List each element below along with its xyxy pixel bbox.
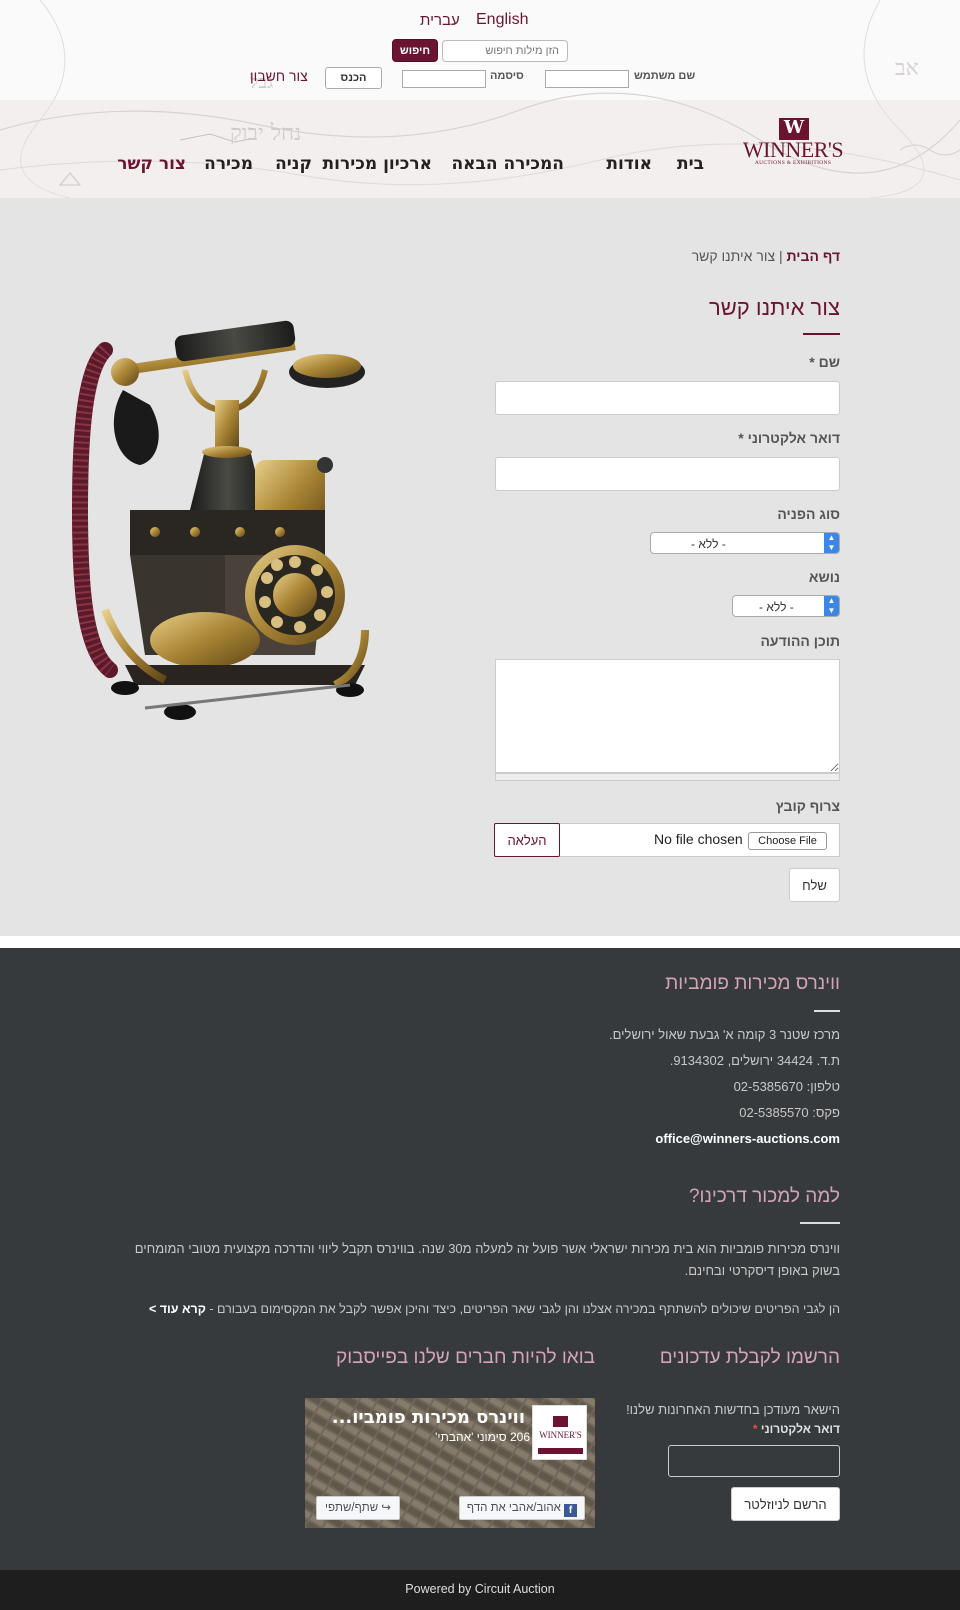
logo-letter: W xyxy=(783,117,805,138)
send-button[interactable]: שלח xyxy=(789,868,840,902)
newsletter-text: הישאר מעודכן בחדשות האחרונות שלנו! xyxy=(626,1402,840,1417)
inquiry-type-select[interactable]: - ללא - ▲ ▼ xyxy=(650,532,840,554)
svg-text:WINNER'S: WINNER'S xyxy=(539,1430,582,1440)
nav-item-sell[interactable]: מכירה xyxy=(204,154,253,174)
email-input[interactable] xyxy=(495,457,840,491)
facebook-likes-count: 206 סימוני 'אהבתי' xyxy=(435,1430,530,1444)
footer-buyers-text: הן לגבי הפריטים שיכולים להשתתף במכירה אצ… xyxy=(149,1302,840,1316)
facebook-like-label: אהוב/אהבי את הדף xyxy=(466,1502,561,1514)
password-label: סיסמה xyxy=(490,70,524,82)
facebook-share-button[interactable]: ↪ שתף/שתפי xyxy=(316,1496,400,1520)
breadcrumb: דף הבית | צור איתנו קשר xyxy=(692,248,840,264)
footer-separator xyxy=(0,936,960,948)
required-marker: * xyxy=(752,1422,758,1436)
facebook-icon: f xyxy=(564,1504,578,1517)
newsletter-email-label-text: דואר אלקטרוני xyxy=(760,1422,840,1436)
footer-company-heading: ווינרס מכירות פומביות xyxy=(665,973,840,994)
newsletter-heading: הרשמו לקבלת עדכונים xyxy=(659,1347,840,1368)
phone-image xyxy=(71,320,369,720)
password-input[interactable] xyxy=(402,70,486,88)
facebook-like-button[interactable]: f אהוב/אהבי את הדף xyxy=(459,1496,585,1520)
share-arrow-icon: ↪ xyxy=(381,1502,391,1514)
powered-by-link[interactable]: Powered by Circuit Auction xyxy=(0,1582,960,1596)
username-input[interactable] xyxy=(545,70,629,88)
subject-value: - ללא - xyxy=(759,600,794,614)
page-title: צור איתנו קשר xyxy=(708,295,840,320)
footer-why-heading: למה למכור דרכינו? xyxy=(688,1186,840,1207)
subject-select[interactable]: - ללא - ▲ ▼ xyxy=(732,595,840,617)
footer-po-box: ת.ד. 34424 ירושלים, 9134302. xyxy=(669,1053,840,1068)
language-hebrew-link[interactable]: עברית xyxy=(420,12,460,29)
language-english-link[interactable]: English xyxy=(476,11,528,29)
attach-file-label: צרוף קובץ xyxy=(775,798,840,814)
subject-label: נושא xyxy=(808,569,840,585)
select-arrow-icon: ▲ ▼ xyxy=(824,596,839,616)
breadcrumb-current: צור איתנו קשר xyxy=(691,248,776,264)
breadcrumb-home-link[interactable]: דף הבית xyxy=(787,248,840,264)
name-input[interactable] xyxy=(495,381,840,415)
nav-item-next-auction[interactable]: המכירה הבאה xyxy=(451,154,564,174)
facebook-page-name[interactable]: ווינרס מכירות פומביו... xyxy=(310,1407,525,1428)
svg-text:אב: אב xyxy=(895,56,919,81)
create-account-link[interactable]: צור חשבון xyxy=(250,68,308,84)
file-status: No file chosen xyxy=(654,831,743,847)
select-arrow-icon: ▲ ▼ xyxy=(824,533,839,553)
buyers-text-body: הן לגבי הפריטים שיכולים להשתתף במכירה אצ… xyxy=(209,1302,840,1316)
nav-item-auction-archive[interactable]: ארכיון מכירות xyxy=(323,154,432,174)
newsletter-email-input[interactable] xyxy=(668,1445,840,1477)
message-label: תוכן ההודעה xyxy=(760,633,840,649)
nav-item-buy[interactable]: קניה xyxy=(275,154,312,174)
footer-about-text: ווינרס מכירות פומביות הוא בית מכירות ישר… xyxy=(134,1241,840,1278)
login-button[interactable]: הכנס xyxy=(325,67,382,89)
winners-logo-icon: WINNER'S xyxy=(538,1416,583,1454)
inquiry-type-value: - ללא - xyxy=(691,537,726,551)
footer-address: מרכז שטנר 3 קומה א' גבעת שאול ירושלים. xyxy=(609,1027,840,1042)
footer-email-link[interactable]: office@winners-auctions.com xyxy=(655,1131,840,1146)
main-nav: בית אודות המכירה הבאה ארכיון מכירות קניה… xyxy=(117,154,704,178)
heading-underline xyxy=(814,1010,840,1012)
heading-underline xyxy=(800,1222,840,1224)
footer-phone: טלפון: 02-5385670 xyxy=(733,1079,840,1094)
search-input[interactable] xyxy=(442,40,568,62)
choose-file-button[interactable]: Choose File xyxy=(748,832,827,850)
newsletter-subscribe-button[interactable]: הרשם לניוזלטר xyxy=(731,1487,840,1521)
name-label: שם * xyxy=(809,354,840,370)
nav-item-home[interactable]: בית xyxy=(677,154,704,174)
facebook-share-label: שתף/שתפי xyxy=(325,1502,379,1514)
read-more-link[interactable]: קרא עוד > xyxy=(149,1302,206,1316)
search-button[interactable]: חיפוש xyxy=(392,39,438,62)
title-underline xyxy=(803,333,840,335)
newsletter-email-label: דואר אלקטרוני * xyxy=(753,1422,840,1436)
breadcrumb-separator: | xyxy=(778,248,783,264)
message-textarea[interactable] xyxy=(495,659,840,773)
username-label: שם משתמש xyxy=(634,70,696,82)
facebook-page-logo[interactable]: WINNER'S xyxy=(532,1405,587,1460)
logo-tagline: AUCTIONS & EXHIBITIONS xyxy=(754,160,832,166)
facebook-heading: בואו להיות חברים שלנו בפייסבוק xyxy=(336,1347,595,1368)
inquiry-type-label: סוג הפניה xyxy=(777,506,840,522)
footer-fax: פקס: 02-5385570 xyxy=(739,1105,840,1120)
nav-item-contact[interactable]: צור קשר xyxy=(117,154,186,174)
upload-button[interactable]: העלאה xyxy=(494,823,560,857)
textarea-resize-grip[interactable] xyxy=(495,773,840,781)
nav-item-about[interactable]: אודות xyxy=(606,154,652,174)
email-label: דואר אלקטרוני * xyxy=(738,430,840,446)
svg-text:נחל יבוק: נחל יבוק xyxy=(230,121,301,146)
